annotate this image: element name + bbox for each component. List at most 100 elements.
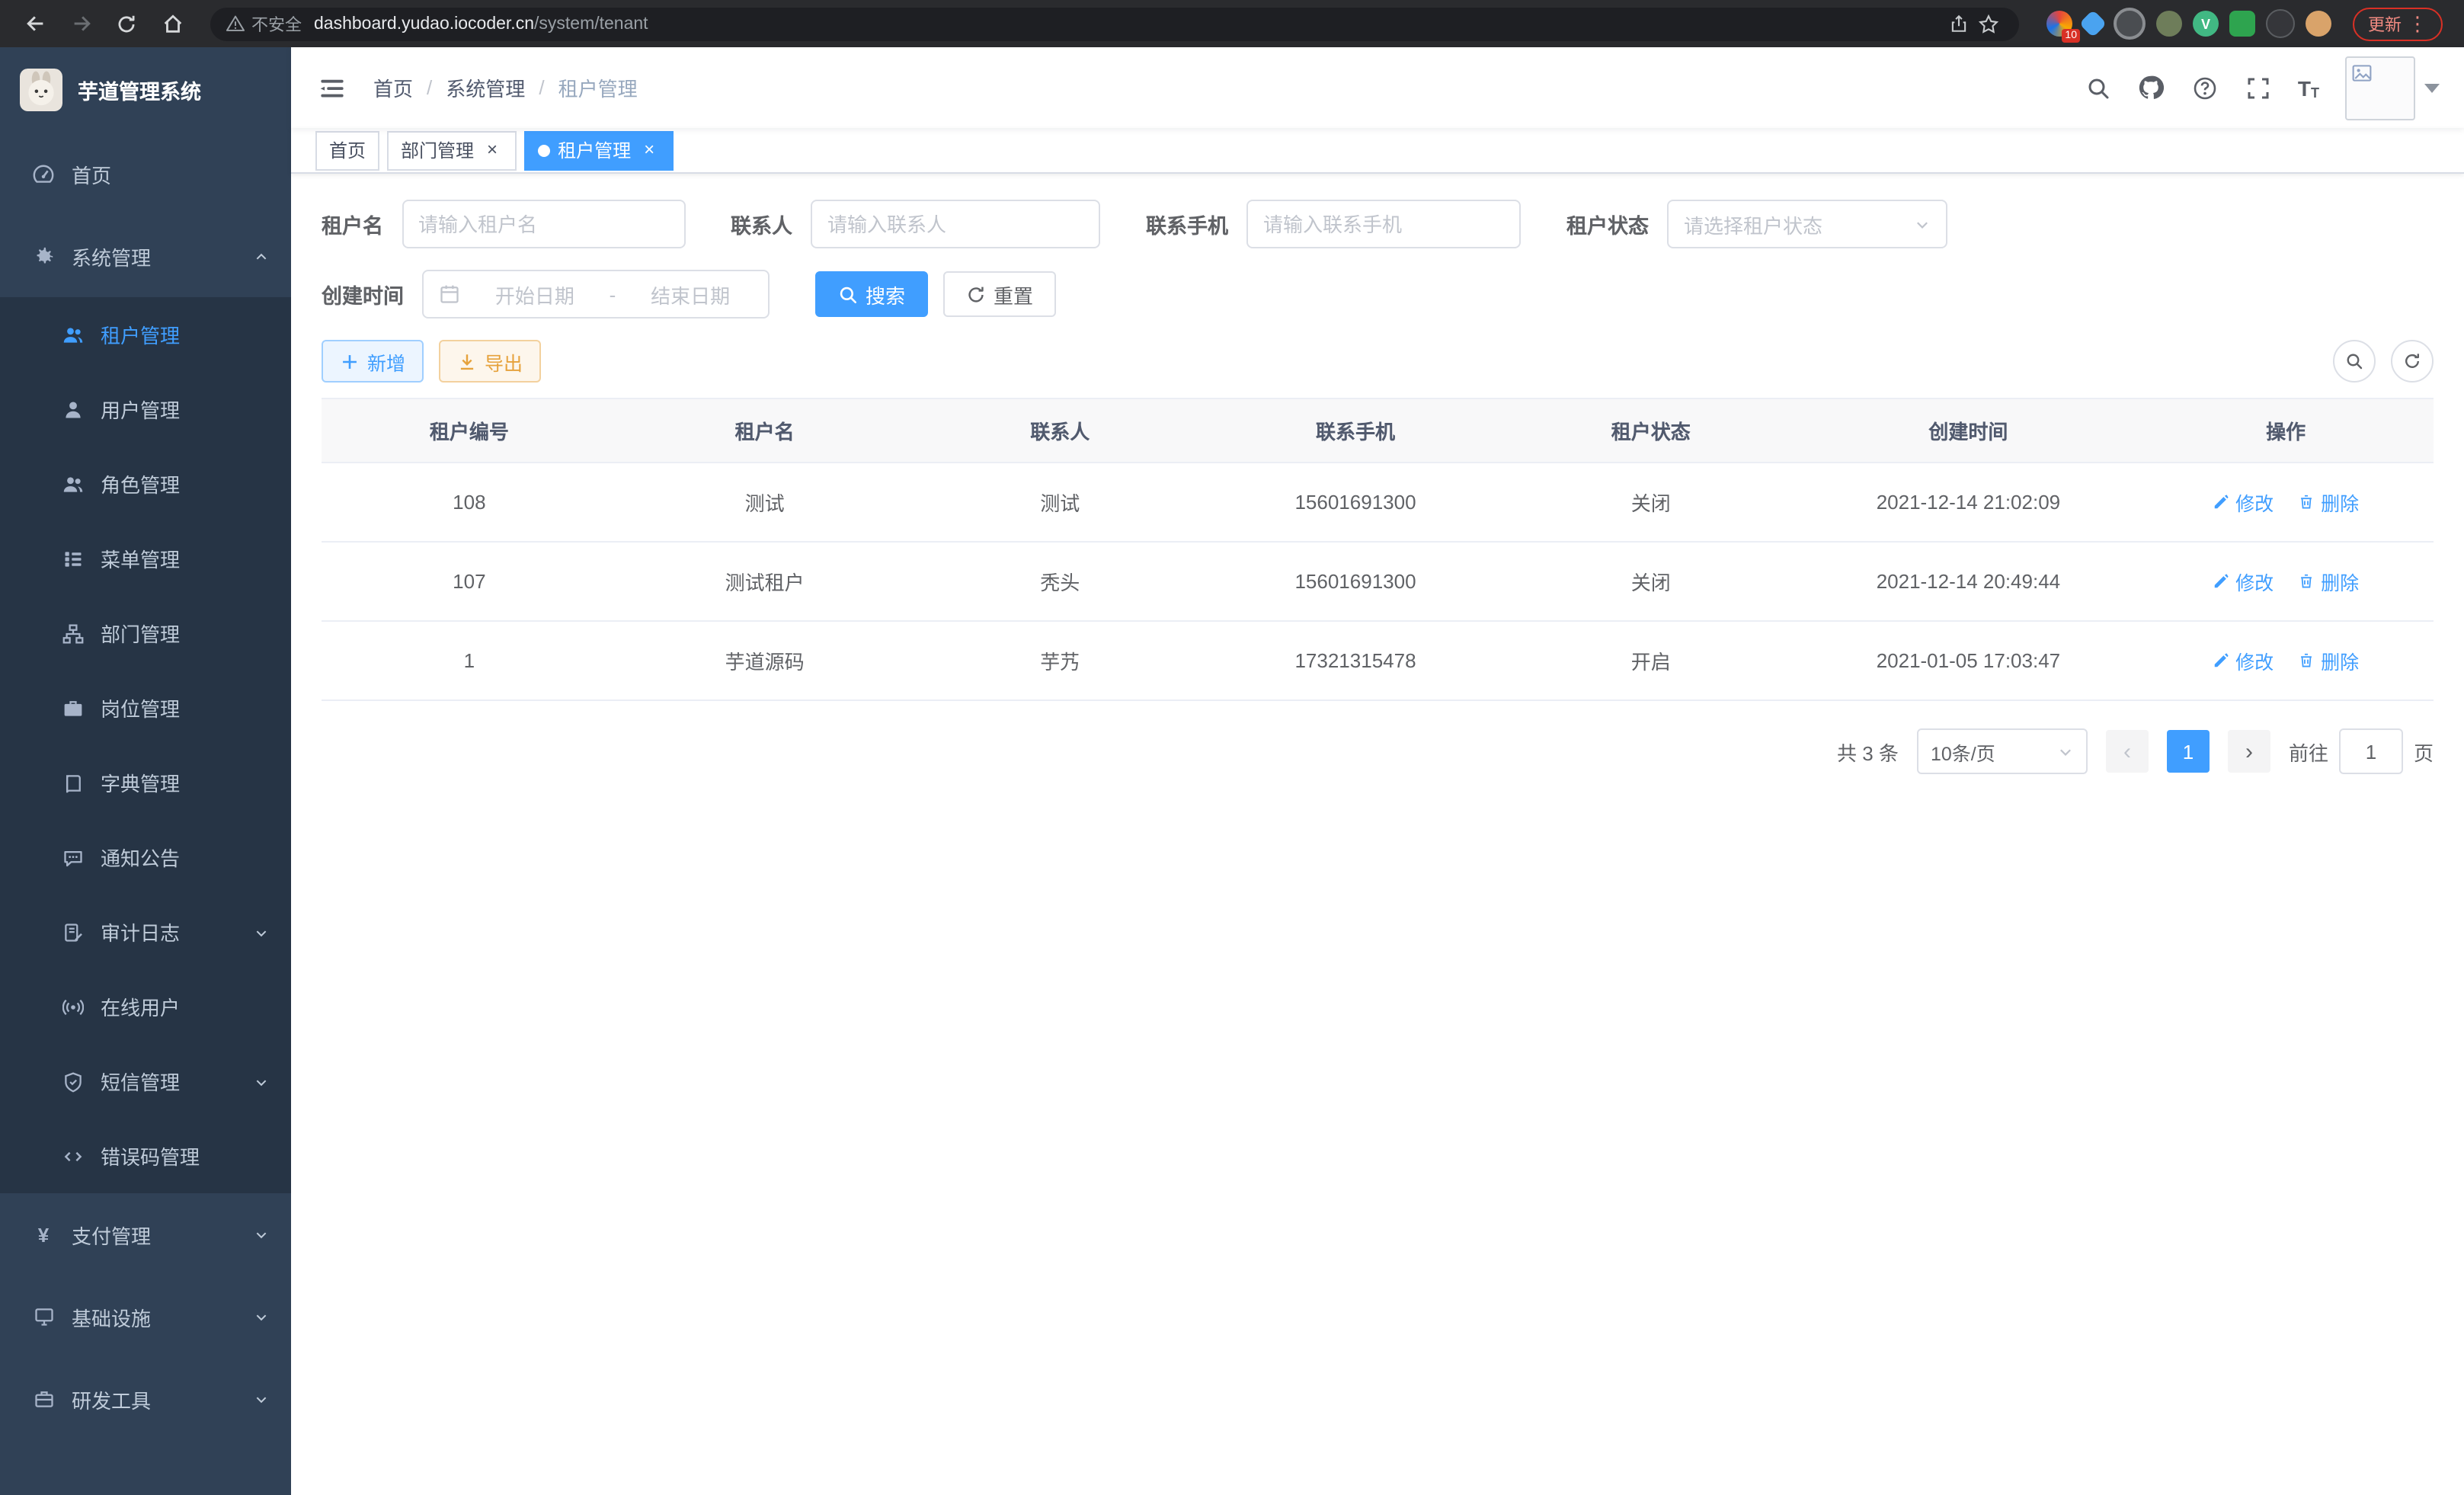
- edit-link[interactable]: 修改: [2213, 567, 2274, 596]
- page-content: 租户名 联系人 联系手机 租户状态 请选择租户状态: [291, 174, 2464, 1495]
- sidebar-item-devtools[interactable]: 研发工具: [0, 1358, 291, 1440]
- trash-icon: [2298, 494, 2315, 511]
- edit-link[interactable]: 修改: [2213, 646, 2274, 675]
- sidebar-item-label: 审计日志: [101, 917, 180, 946]
- extension-icon-olive[interactable]: [2156, 11, 2182, 37]
- contact-input[interactable]: [811, 200, 1100, 248]
- profile-avatar-icon[interactable]: [2306, 11, 2331, 37]
- extension-icon-blue[interactable]: [2079, 10, 2107, 38]
- range-separator: -: [610, 283, 616, 306]
- sidebar-item-infrastructure[interactable]: 基础设施: [0, 1276, 291, 1358]
- table-row: 107 测试租户 秃头 15601691300 关闭 2021-12-14 20…: [322, 542, 2434, 621]
- next-page-button[interactable]: ›: [2228, 730, 2270, 773]
- tab-tenant-management[interactable]: 租户管理 ×: [524, 130, 674, 170]
- cell-actions: 修改删除: [2138, 542, 2434, 621]
- sidebar-item-tenant-management[interactable]: 租户管理: [0, 297, 291, 372]
- fullscreen-button[interactable]: [2245, 74, 2272, 101]
- font-size-button[interactable]: TT: [2298, 75, 2319, 100]
- vue-devtools-icon[interactable]: V: [2193, 11, 2219, 37]
- mobile-input[interactable]: [1246, 200, 1521, 248]
- column-header: 联系手机: [1208, 399, 1503, 463]
- goto-page: 前往 页: [2289, 728, 2434, 774]
- close-icon[interactable]: ×: [638, 139, 660, 161]
- filter-row-2: 创建时间 开始日期 - 结束日期 搜索: [322, 270, 2434, 319]
- url-text[interactable]: dashboard.yudao.iocoder.cn/system/tenant: [314, 14, 1943, 33]
- delete-link[interactable]: 删除: [2298, 567, 2359, 596]
- sidebar-item-role-management[interactable]: 角色管理: [0, 447, 291, 521]
- sidebar-item-home[interactable]: 首页: [0, 133, 291, 215]
- status-placeholder: 请选择租户状态: [1684, 210, 1822, 238]
- toolbar-left: 新增 导出: [322, 340, 541, 383]
- extension-icon-green[interactable]: [2229, 11, 2255, 37]
- breadcrumb-item-system[interactable]: 系统管理: [446, 73, 525, 102]
- browser-menu-icon[interactable]: ⋮: [2408, 11, 2427, 36]
- browser-toolbar: 不安全 dashboard.yudao.iocoder.cn/system/te…: [0, 0, 2464, 47]
- close-icon[interactable]: ×: [482, 139, 503, 161]
- sidebar-item-label: 基础设施: [72, 1302, 151, 1331]
- delete-link[interactable]: 删除: [2298, 646, 2359, 675]
- security-chip[interactable]: 不安全: [226, 11, 302, 36]
- breadcrumb-item-current: 租户管理: [558, 73, 638, 102]
- reset-button-label: 重置: [994, 280, 1033, 309]
- page-size-select[interactable]: 10条/页: [1917, 728, 2088, 774]
- export-button[interactable]: 导出: [439, 340, 541, 383]
- reload-button[interactable]: [107, 7, 146, 40]
- extension-badge: 10: [2062, 29, 2080, 43]
- sidebar-item-menu-management[interactable]: 菜单管理: [0, 521, 291, 596]
- github-button[interactable]: [2138, 74, 2165, 101]
- cell-contact: 芋艿: [912, 621, 1208, 700]
- bookmark-star-button[interactable]: [1973, 8, 2004, 39]
- page-number-1[interactable]: 1: [2167, 730, 2210, 773]
- home-button[interactable]: [152, 7, 192, 40]
- sidebar-item-dict-management[interactable]: 字典管理: [0, 745, 291, 820]
- edit-link[interactable]: 修改: [2213, 488, 2274, 517]
- end-date-placeholder: 结束日期: [628, 280, 753, 309]
- help-button[interactable]: [2191, 74, 2219, 101]
- breadcrumb-item-home[interactable]: 首页: [373, 73, 413, 102]
- caret-down-icon: [2424, 83, 2440, 92]
- status-select[interactable]: 请选择租户状态: [1667, 200, 1947, 248]
- extension-icon-dark[interactable]: [2266, 9, 2295, 38]
- goto-page-input[interactable]: [2339, 728, 2403, 774]
- sidebar-item-post-management[interactable]: 岗位管理: [0, 671, 291, 745]
- chevron-down-icon: [254, 1228, 268, 1242]
- reset-button[interactable]: 重置: [943, 271, 1056, 317]
- sidebar-item-error-code[interactable]: 错误码管理: [0, 1119, 291, 1193]
- tab-home[interactable]: 首页: [315, 130, 379, 170]
- tenant-name-input[interactable]: [402, 200, 685, 248]
- prev-page-button[interactable]: ‹: [2106, 730, 2149, 773]
- sidebar-item-online-users[interactable]: 在线用户: [0, 969, 291, 1044]
- toggle-search-button[interactable]: [2333, 340, 2376, 383]
- sidebar-item-payment[interactable]: ¥ 支付管理: [0, 1193, 291, 1276]
- app-logo[interactable]: 芋道管理系统: [0, 47, 291, 133]
- add-button[interactable]: 新增: [322, 340, 424, 383]
- sidebar-item-sms-management[interactable]: 短信管理: [0, 1044, 291, 1119]
- sidebar-item-notice[interactable]: 通知公告: [0, 820, 291, 895]
- breadcrumb-separator: /: [427, 76, 432, 99]
- sidebar-item-system[interactable]: 系统管理: [0, 215, 291, 297]
- tab-dept-management[interactable]: 部门管理 ×: [387, 130, 517, 170]
- refresh-icon: [2403, 352, 2421, 370]
- delete-link[interactable]: 删除: [2298, 488, 2359, 517]
- address-bar[interactable]: 不安全 dashboard.yudao.iocoder.cn/system/te…: [210, 7, 2019, 40]
- date-range-picker[interactable]: 开始日期 - 结束日期: [422, 270, 770, 319]
- sidebar-collapse-button[interactable]: [315, 71, 349, 104]
- page-size-value: 10条/页: [1931, 737, 1995, 766]
- user-icon: [61, 398, 84, 421]
- forward-button[interactable]: [61, 7, 101, 40]
- user-avatar-menu[interactable]: [2345, 56, 2440, 120]
- back-button[interactable]: [15, 7, 55, 40]
- browser-update-button[interactable]: 更新 ⋮: [2353, 7, 2443, 40]
- refresh-table-button[interactable]: [2391, 340, 2434, 383]
- extension-icon-globe[interactable]: [2114, 8, 2146, 40]
- sidebar-item-audit-log[interactable]: 审计日志: [0, 895, 291, 969]
- share-icon: [1948, 14, 1968, 34]
- share-button[interactable]: [1943, 8, 1973, 39]
- search-icon: [838, 284, 858, 304]
- sidebar-item-user-management[interactable]: 用户管理: [0, 372, 291, 447]
- header-search-button[interactable]: [2085, 74, 2112, 101]
- main-area: 首页 / 系统管理 / 租户管理: [291, 47, 2464, 1495]
- search-button[interactable]: 搜索: [815, 271, 928, 317]
- extension-icon-colorful[interactable]: 10: [2046, 11, 2072, 37]
- sidebar-item-dept-management[interactable]: 部门管理: [0, 596, 291, 671]
